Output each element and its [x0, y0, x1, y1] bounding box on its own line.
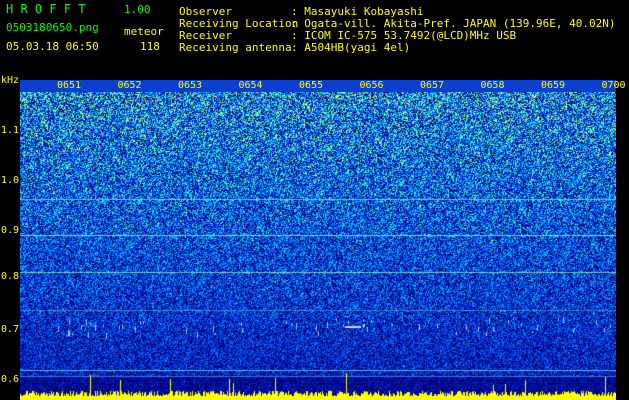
time-tick-label: 0652 [117, 80, 142, 91]
time-tick-label: 0658 [480, 80, 505, 91]
frequency-tick-label: 1.0 [1, 175, 20, 186]
frequency-tick-label: 0.9 [1, 225, 20, 236]
antenna-value: : A504HB(yagi 4el) [291, 41, 411, 54]
version-label: 1.00 [124, 3, 151, 16]
mode-label: meteor [124, 25, 164, 38]
count-label: 118 [140, 40, 160, 53]
time-tick-label: 0651 [57, 80, 82, 91]
frequency-tick-label: 1.1 [1, 125, 20, 136]
frequency-tick-label: 0.7 [1, 324, 20, 335]
time-tick-label: 0656 [359, 80, 384, 91]
time-tick-label: 0657 [420, 80, 445, 91]
time-tick-label: 0654 [238, 80, 263, 91]
app-logo: H R O F F T [6, 2, 86, 16]
frequency-tick-label: 0.6 [1, 374, 20, 385]
datetime-label: 05.03.18 06:50 [6, 40, 99, 53]
spectrogram [20, 92, 616, 400]
time-tick-label: 0655 [299, 80, 324, 91]
frequency-tick-label: 0.8 [1, 271, 20, 282]
time-tick-label: 0659 [541, 80, 566, 91]
filename-label: 0503180650.png [6, 21, 99, 34]
antenna-label: Receiving antenna [179, 41, 292, 54]
time-tick-label: 0700 [601, 80, 626, 91]
y-axis-unit: kHz [1, 75, 20, 86]
time-tick-label: 0653 [178, 80, 203, 91]
